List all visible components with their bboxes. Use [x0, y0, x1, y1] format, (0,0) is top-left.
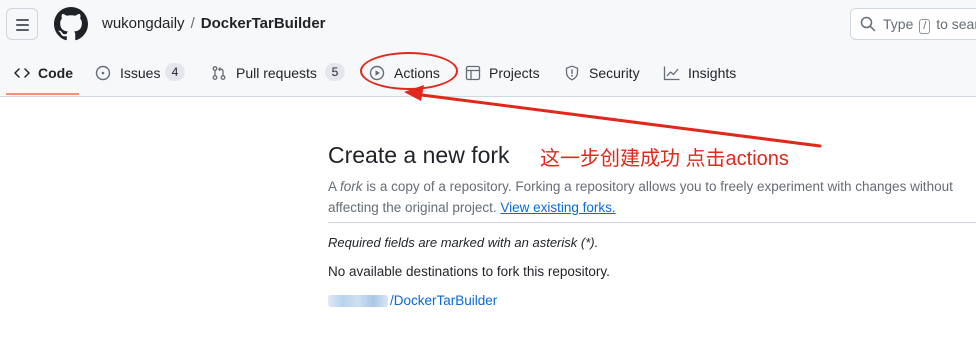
fork-description: A fork is a copy of a repository. Forkin… — [328, 176, 953, 218]
no-destinations-message: No available destinations to fork this r… — [328, 264, 610, 279]
required-fields-note: Required fields are marked with an aster… — [328, 235, 599, 250]
desc-line2-text: affecting the original project. — [328, 200, 497, 215]
desc-emphasis: fork — [340, 179, 363, 194]
page-title: Create a new fork — [328, 142, 510, 168]
annotation-text: 这一步创建成功 点击actions — [540, 148, 789, 170]
fork-description-line1: A fork is a copy of a repository. Forkin… — [328, 176, 953, 197]
fork-link-text: /DockerTarBuilder — [390, 293, 498, 308]
existing-fork-link[interactable]: /DockerTarBuilder — [328, 293, 497, 308]
view-existing-forks-link[interactable]: View existing forks. — [500, 200, 615, 215]
section-divider — [328, 222, 976, 223]
fork-description-line2: affecting the original project. View exi… — [328, 197, 953, 218]
redacted-owner — [328, 295, 388, 308]
desc-prefix: A — [328, 179, 337, 194]
desc-rest: is a copy of a repository. Forking a rep… — [366, 179, 953, 194]
